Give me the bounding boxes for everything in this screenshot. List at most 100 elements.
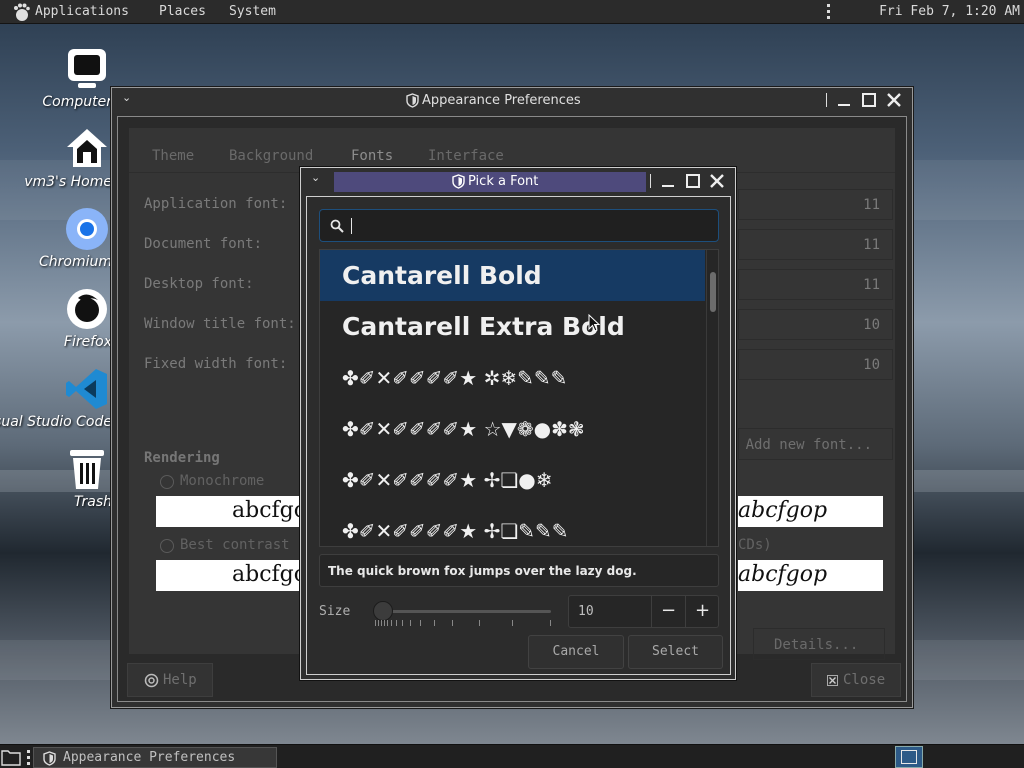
size-value: 10 xyxy=(578,604,594,619)
window-menu-chevron-icon[interactable]: ⌄ xyxy=(122,91,140,109)
desktop-font-label: Desktop font: xyxy=(144,276,254,292)
cancel-label: Cancel xyxy=(552,644,600,659)
dialog-close-icon[interactable] xyxy=(708,172,726,190)
font-list-item[interactable]: ✤✐✕✐✐✐✐★ ☆▼❁●✽❃ xyxy=(320,405,705,456)
tab-theme[interactable]: Theme xyxy=(152,148,194,164)
help-button[interactable]: Help xyxy=(127,663,213,697)
menu-applications[interactable]: Applications xyxy=(35,4,129,19)
desktop-icon-label: Computer xyxy=(42,94,112,110)
workspace-switcher[interactable] xyxy=(895,746,923,768)
slider-tick xyxy=(420,620,421,626)
font-preview[interactable]: The quick brown fox jumps over the lazy … xyxy=(319,554,719,587)
desktop-icon-label: Trash xyxy=(74,494,112,510)
show-desktop-icon[interactable] xyxy=(1,748,21,766)
size-spin-button[interactable]: 10 − + xyxy=(568,595,719,628)
dialog-titlebar[interactable]: ⌄ Pick a Font xyxy=(301,168,735,195)
close-button[interactable]: Close xyxy=(811,663,901,697)
font-name: ✤✐✕✐✐✐✐★ ✲❄✎✎✎ xyxy=(342,366,568,390)
increase-size-button[interactable]: + xyxy=(685,596,719,627)
slider-tick xyxy=(410,620,411,626)
tab-fonts[interactable]: Fonts xyxy=(351,148,393,164)
window-titlebar[interactable]: ⌄ Appearance Preferences xyxy=(112,88,912,113)
dialog-app-icon xyxy=(452,174,465,189)
taskbar-app-icon xyxy=(43,751,56,766)
maximize-icon[interactable] xyxy=(860,91,878,109)
window-title-font-size: 10 xyxy=(863,317,880,333)
window-title-font-button[interactable]: 10 xyxy=(738,309,893,340)
font-list[interactable]: Cantarell Bold Cantarell Extra Bold ✤✐✕✐… xyxy=(319,249,719,547)
titlebar-separator xyxy=(826,93,827,107)
font-list-item[interactable]: ✤✐✕✐✐✐✐★ ✢❏✎✎✎ xyxy=(320,507,705,546)
slider-tick xyxy=(396,620,397,626)
tab-interface[interactable]: Interface xyxy=(428,148,504,164)
help-label: Help xyxy=(163,672,197,688)
slider-tick xyxy=(512,620,513,626)
close-icon[interactable] xyxy=(885,91,903,109)
search-icon xyxy=(330,219,344,233)
firefox-icon xyxy=(67,289,107,329)
font-search-input[interactable] xyxy=(319,209,719,242)
dialog-menu-chevron-icon[interactable]: ⌄ xyxy=(311,171,329,189)
slider-tick xyxy=(550,620,551,626)
select-button[interactable]: Select xyxy=(628,635,723,669)
slider-tick xyxy=(378,620,379,626)
appearance-app-icon xyxy=(406,93,419,108)
slider-tick xyxy=(381,620,382,626)
slider-tick xyxy=(434,620,435,626)
gnome-foot-icon[interactable] xyxy=(11,2,31,22)
monochrome-radio[interactable] xyxy=(160,475,174,489)
right-sample-bottom: abcfgop xyxy=(738,560,883,591)
best-contrast-sample: abcfgop xyxy=(156,560,321,591)
help-icon xyxy=(144,673,159,688)
size-slider-knob[interactable] xyxy=(373,601,393,621)
mouse-pointer-icon xyxy=(588,314,600,332)
clock[interactable]: Fri Feb 7, 1:20 AM xyxy=(879,4,1020,19)
workspace-1[interactable] xyxy=(901,750,917,764)
close-x-icon xyxy=(827,675,838,686)
slider-tick xyxy=(452,620,453,626)
desktop-icon-label: Firefox xyxy=(63,334,112,350)
dialog-minimize-icon[interactable] xyxy=(659,172,677,190)
font-list-item[interactable]: Cantarell Bold xyxy=(320,250,705,301)
minimize-icon[interactable] xyxy=(835,91,853,109)
document-font-button[interactable]: 11 xyxy=(738,229,893,260)
document-font-label: Document font: xyxy=(144,236,263,252)
slider-tick xyxy=(479,620,480,626)
rendering-heading: Rendering xyxy=(144,450,220,466)
computer-icon xyxy=(68,49,106,88)
font-name: ✤✐✕✐✐✐✐★ ✢❏●❄ xyxy=(342,468,553,492)
cancel-button[interactable]: Cancel xyxy=(528,635,624,669)
decrease-size-button[interactable]: − xyxy=(651,596,685,627)
desktop-font-button[interactable]: 11 xyxy=(738,269,893,300)
font-list-scrollbar[interactable] xyxy=(706,250,718,546)
taskbar-handle[interactable] xyxy=(26,749,30,765)
taskbar-task-label: Appearance Preferences xyxy=(63,750,236,765)
dialog-title: Pick a Font xyxy=(468,174,539,189)
best-contrast-radio[interactable] xyxy=(160,539,174,553)
trash-icon xyxy=(70,450,104,489)
bottom-panel: Appearance Preferences xyxy=(0,744,1024,768)
font-list-item[interactable]: ✤✐✕✐✐✐✐★ ✲❄✎✎✎ xyxy=(320,354,705,405)
monochrome-label: Monochrome xyxy=(180,473,265,489)
add-new-font-button[interactable]: Add new font... xyxy=(738,428,893,460)
scrollbar-thumb[interactable] xyxy=(710,272,716,312)
application-font-button[interactable]: 11 xyxy=(738,189,893,220)
size-label: Size xyxy=(319,604,351,619)
font-name: ✤✐✕✐✐✐✐★ ✢❏✎✎✎ xyxy=(342,519,569,543)
desktop-font-size: 11 xyxy=(863,277,880,293)
desktop-icon-label: Chromium xyxy=(38,254,112,270)
fixed-width-font-button[interactable]: 10 xyxy=(738,349,893,380)
size-slider-track[interactable] xyxy=(375,610,551,613)
window-title-font-label: Window title font: xyxy=(144,316,296,332)
taskbar-task-appearance-preferences[interactable]: Appearance Preferences xyxy=(33,747,277,768)
font-list-item[interactable]: Cantarell Extra Bold xyxy=(320,301,705,352)
menu-system[interactable]: System xyxy=(229,4,276,19)
tab-background[interactable]: Background xyxy=(229,148,313,164)
panel-handle[interactable] xyxy=(826,3,830,21)
slider-tick xyxy=(391,620,392,626)
menu-places[interactable]: Places xyxy=(159,4,206,19)
font-list-item[interactable]: ✤✐✕✐✐✐✐★ ✢❏●❄ xyxy=(320,456,705,507)
dialog-maximize-icon[interactable] xyxy=(684,172,702,190)
details-button[interactable]: Details... xyxy=(753,628,885,660)
add-new-font-label: Add new font... xyxy=(745,437,872,453)
